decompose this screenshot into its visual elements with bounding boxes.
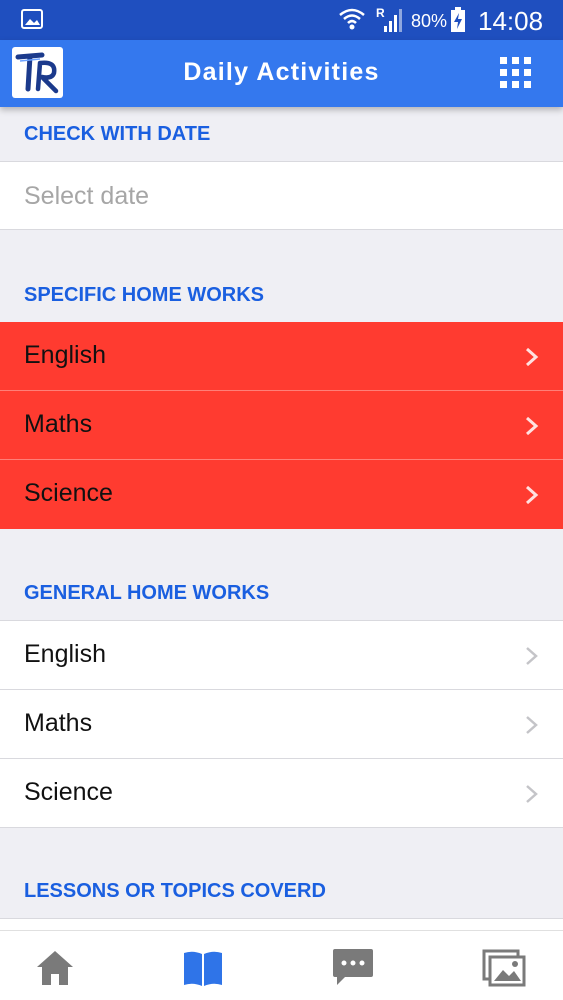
chevron-right-icon <box>526 647 538 665</box>
chevron-right-icon <box>526 347 539 367</box>
signal-icon: R <box>376 6 402 32</box>
lessons-list-partial[interactable] <box>0 918 563 930</box>
tab-book[interactable] <box>181 945 225 989</box>
network-label: R <box>376 6 385 20</box>
specific-english-row[interactable]: English <box>0 322 563 391</box>
tab-gallery[interactable] <box>482 945 526 989</box>
status-time: 14:08 <box>478 6 544 36</box>
row-label: Maths <box>24 709 93 737</box>
tab-messages[interactable] <box>331 945 375 989</box>
chevron-right-icon <box>526 716 538 734</box>
row-label: Science <box>24 778 113 806</box>
row-divider <box>0 827 563 828</box>
chevron-right-icon <box>526 485 539 505</box>
content-scroll-area[interactable]: CHECK WITH DATE Select date SPECIFIC HOM… <box>0 107 563 930</box>
row-label: English <box>24 341 106 369</box>
select-date-field[interactable]: Select date <box>0 161 563 230</box>
row-label: Maths <box>24 410 93 438</box>
page-title: Daily Activities <box>183 58 380 86</box>
book-icon <box>184 951 222 986</box>
battery-percent: 80% <box>411 11 448 31</box>
general-science-row[interactable]: Science <box>0 759 563 828</box>
specific-home-works-list: English Maths Science <box>0 322 563 529</box>
select-date-placeholder: Select date <box>24 182 150 210</box>
tab-home[interactable] <box>33 945 77 989</box>
wifi-icon <box>339 8 365 30</box>
specific-home-works-header: SPECIFIC HOME WORKS <box>24 284 265 306</box>
battery-icon <box>451 7 465 32</box>
gallery-icon <box>482 949 526 987</box>
chevron-right-icon <box>526 785 538 803</box>
status-bar: R 80% 14:08 <box>0 0 563 40</box>
bottom-tab-bar <box>0 930 563 1000</box>
lessons-topics-header: LESSONS OR TOPICS COVERD <box>24 880 326 902</box>
row-label: English <box>24 640 106 668</box>
general-english-row[interactable]: English <box>0 621 563 690</box>
home-icon <box>37 951 73 985</box>
grid-menu-icon[interactable] <box>498 55 534 91</box>
chevron-right-icon <box>526 416 539 436</box>
general-home-works-list: English Maths Science <box>0 620 563 828</box>
row-label: Science <box>24 479 113 507</box>
general-maths-row[interactable]: Maths <box>0 690 563 759</box>
gallery-notification-icon <box>21 9 43 29</box>
chat-icon <box>333 949 373 985</box>
general-home-works-header: GENERAL HOME WORKS <box>24 582 270 604</box>
app-bar: Daily Activities <box>0 40 563 107</box>
specific-science-row[interactable]: Science <box>0 460 563 529</box>
check-with-date-header: CHECK WITH DATE <box>24 123 211 145</box>
specific-maths-row[interactable]: Maths <box>0 391 563 460</box>
